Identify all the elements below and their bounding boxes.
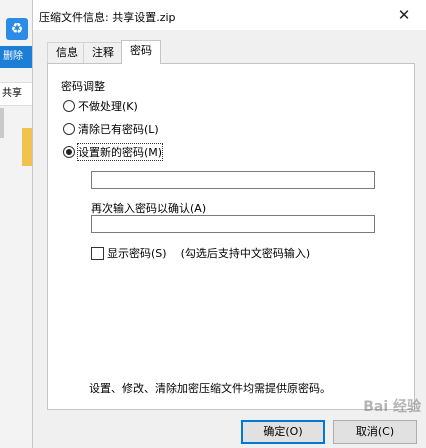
cancel-button[interactable]: 取消(C) <box>333 420 417 444</box>
tab-info[interactable]: 信息 <box>47 42 87 63</box>
confirm-password-field[interactable] <box>91 215 375 233</box>
watermark: Bai 经验 <box>363 399 421 415</box>
password-adjust-label: 密码调整 <box>61 80 105 93</box>
dialog-title: 压缩文件信息: 共享设置.zip <box>39 11 176 24</box>
radio-clear-password[interactable]: 清除已有密码(L) <box>63 121 159 137</box>
show-password-label: 显示密码(S) <box>107 247 167 260</box>
radio-button[interactable] <box>63 123 75 135</box>
tab-password[interactable]: 密码 <box>121 40 161 64</box>
radio-label: 清除已有密码(L) <box>78 123 159 136</box>
radio-label: 设置新的密码(M) <box>76 143 164 161</box>
ok-button[interactable]: 确定(O) <box>241 420 325 444</box>
radio-set-new-password[interactable]: 设置新的密码(M) <box>63 143 164 161</box>
background-tab-share[interactable]: 共享 <box>0 82 32 106</box>
password-panel <box>47 63 415 410</box>
radio-button-selected[interactable] <box>63 146 75 158</box>
background-delete-button[interactable]: 删除 <box>0 46 32 68</box>
radio-label: 不做处理(K) <box>78 100 138 113</box>
radio-button[interactable] <box>63 100 75 112</box>
show-password-checkbox[interactable]: 显示密码(S) (勾选后支持中文密码输入) <box>91 245 310 261</box>
chinese-password-hint: (勾选后支持中文密码输入) <box>180 247 311 260</box>
background-scroll-bar <box>0 108 4 138</box>
radio-no-change[interactable]: 不做处理(K) <box>63 98 138 114</box>
recycle-icon: ♻ <box>6 18 28 40</box>
new-password-field[interactable] <box>91 171 375 189</box>
password-note: 设置、修改、清除加密压缩文件均需提供原密码。 <box>89 382 331 395</box>
background-app: ♻ 删除 共享 <box>0 0 32 448</box>
archive-info-dialog: 压缩文件信息: 共享设置.zip ✕ 信息 注释 密码 密码调整 不做处理(K)… <box>32 0 426 448</box>
checkbox[interactable] <box>91 246 104 260</box>
title-bar: 压缩文件信息: 共享设置.zip ✕ <box>33 0 426 30</box>
folder-icon <box>22 128 32 166</box>
tab-comment[interactable]: 注释 <box>83 42 123 63</box>
close-button[interactable]: ✕ <box>381 0 426 30</box>
confirm-password-label: 再次输入密码以确认(A) <box>91 202 207 215</box>
